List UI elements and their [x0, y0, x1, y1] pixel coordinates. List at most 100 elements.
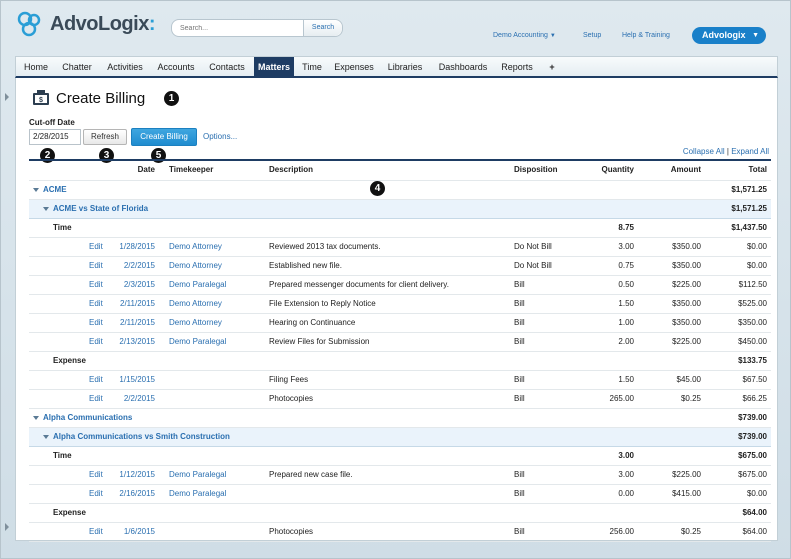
client-group-toggle[interactable]: Alpha Communications — [33, 409, 132, 427]
tab-accounts[interactable]: Accounts — [152, 57, 200, 77]
edit-link[interactable]: Edit — [89, 371, 103, 389]
entry-date-link[interactable]: 2/3/2015 — [109, 276, 155, 294]
tab-matters[interactable]: Matters — [254, 57, 294, 77]
collapse-triangle-icon[interactable] — [33, 415, 39, 420]
page-title: Create Billing — [56, 90, 146, 107]
timekeeper-link[interactable]: Demo Paralegal — [169, 485, 263, 503]
timekeeper-link[interactable] — [169, 371, 263, 389]
setup-link[interactable]: Setup — [583, 32, 601, 39]
entry-date-link[interactable]: 1/12/2015 — [109, 466, 155, 484]
timekeeper-link[interactable]: Demo Paralegal — [169, 466, 263, 484]
tab-activities[interactable]: Activities — [100, 57, 150, 77]
entry-date-link[interactable]: 2/13/2015 — [109, 333, 155, 351]
column-header-disposition[interactable]: Disposition — [514, 161, 558, 180]
table-row: Edit 2/16/2015 Demo Paralegal Bill 0.00 $415.… — [29, 485, 771, 504]
entry-date-link[interactable]: 2/11/2015 — [109, 295, 155, 313]
collapse-triangle-icon[interactable] — [43, 434, 49, 439]
column-header-timekeeper[interactable]: Timekeeper — [169, 161, 213, 180]
brand-name: AdvoLogix: — [50, 13, 156, 35]
edit-link[interactable]: Edit — [89, 295, 103, 313]
entry-disposition: Do Not Bill — [514, 242, 552, 251]
search-input[interactable] — [178, 22, 302, 34]
matter-name-link[interactable]: Alpha Communications vs Smith Constructi… — [53, 432, 230, 441]
edit-link[interactable]: Edit — [89, 390, 103, 408]
entry-date-link[interactable]: 2/16/2015 — [109, 485, 155, 503]
tab-home[interactable]: Home — [18, 57, 54, 77]
matter-group-row: Alpha Communications vs Smith Constructi… — [29, 428, 771, 447]
tab-dashboards[interactable]: Dashboards — [432, 57, 494, 77]
expand-all-link[interactable]: Expand All — [731, 147, 769, 156]
timekeeper-link[interactable]: Demo Paralegal — [169, 333, 263, 351]
svg-text:$: $ — [39, 97, 43, 104]
column-header-description[interactable]: Description — [269, 161, 313, 180]
group-total: $739.00 — [738, 413, 767, 422]
entry-date-link[interactable]: 1/15/2015 — [109, 371, 155, 389]
entry-description — [269, 485, 509, 503]
edit-link[interactable]: Edit — [89, 238, 103, 256]
entry-amount: $0.25 — [680, 527, 701, 536]
tab-contacts[interactable]: Contacts — [202, 57, 252, 77]
section-total: $675.00 — [738, 451, 767, 460]
app-switcher-button[interactable]: Advologix ▼ — [692, 27, 766, 44]
timekeeper-link[interactable] — [169, 523, 263, 541]
edit-link[interactable]: Edit — [89, 485, 103, 503]
timekeeper-link[interactable]: Demo Paralegal — [169, 276, 263, 294]
section-label: Expense — [53, 356, 86, 365]
entry-total: $450.00 — [738, 337, 767, 346]
sidebar-toggle-icon[interactable] — [4, 521, 10, 533]
cutoff-date-field[interactable]: 2/28/2015 — [29, 129, 81, 145]
entry-description: Established new file. — [269, 261, 342, 270]
table-row: Edit 1/15/2015 Filing Fees Bill 1.50 $45.00 $6… — [29, 371, 771, 390]
entry-date-link[interactable]: 1/28/2015 — [109, 238, 155, 256]
tab-reports[interactable]: Reports — [496, 57, 538, 77]
column-header-quantity[interactable]: Quantity — [589, 161, 634, 180]
create-billing-button[interactable]: Create Billing — [131, 128, 197, 146]
entry-disposition: Bill — [514, 280, 525, 289]
collapse-all-link[interactable]: Collapse All — [683, 147, 725, 156]
search-button[interactable]: Search — [303, 20, 342, 36]
collapse-triangle-icon[interactable] — [43, 206, 49, 211]
refresh-button[interactable]: Refresh — [83, 129, 127, 145]
client-name-link[interactable]: ACME — [43, 185, 67, 194]
entry-quantity: 265.00 — [609, 394, 634, 403]
tab-add-icon[interactable]: + — [544, 57, 560, 77]
matter-name-link[interactable]: ACME vs State of Florida — [53, 204, 148, 213]
tab-libraries[interactable]: Libraries — [382, 57, 428, 77]
client-group-toggle[interactable]: ACME — [33, 181, 67, 199]
entry-date-link[interactable]: 2/2/2015 — [109, 390, 155, 408]
edit-link[interactable]: Edit — [89, 466, 103, 484]
matter-group-toggle[interactable]: ACME vs State of Florida — [43, 200, 148, 218]
edit-link[interactable]: Edit — [89, 523, 103, 541]
collapse-triangle-icon[interactable] — [33, 187, 39, 192]
edit-link[interactable]: Edit — [89, 314, 103, 332]
timekeeper-link[interactable]: Demo Attorney — [169, 257, 263, 275]
edit-link[interactable]: Edit — [89, 257, 103, 275]
tab-time[interactable]: Time — [298, 57, 326, 77]
column-header-total[interactable]: Total — [709, 161, 767, 180]
entry-date-link[interactable]: 1/6/2015 — [109, 523, 155, 541]
tab-chatter[interactable]: Chatter — [56, 57, 98, 77]
client-name-link[interactable]: Alpha Communications — [43, 413, 132, 422]
timekeeper-link[interactable]: Demo Attorney — [169, 314, 263, 332]
entry-date-link[interactable]: 2/2/2015 — [109, 257, 155, 275]
entry-description: Filing Fees — [269, 375, 309, 384]
matter-group-toggle[interactable]: Alpha Communications vs Smith Constructi… — [43, 428, 230, 446]
edit-link[interactable]: Edit — [89, 276, 103, 294]
timekeeper-link[interactable] — [169, 390, 263, 408]
timekeeper-link[interactable]: Demo Attorney — [169, 238, 263, 256]
edit-link[interactable]: Edit — [89, 333, 103, 351]
entry-date-link[interactable]: 2/11/2015 — [109, 314, 155, 332]
tab-expenses[interactable]: Expenses — [330, 57, 378, 77]
options-link[interactable]: Options... — [203, 132, 237, 141]
column-header-amount[interactable]: Amount — [649, 161, 701, 180]
callout-badge: 1 — [164, 91, 179, 106]
section-subtotal-row: Time 3.00 $675.00 — [29, 447, 771, 466]
sidebar-toggle-icon[interactable] — [4, 91, 10, 103]
column-header-date[interactable]: Date — [109, 161, 155, 180]
help-training-link[interactable]: Help & Training — [622, 32, 670, 39]
org-menu[interactable]: Demo Accounting ▼ — [493, 32, 556, 39]
entry-total: $64.00 — [742, 527, 767, 536]
section-quantity — [589, 504, 634, 522]
timekeeper-link[interactable]: Demo Attorney — [169, 295, 263, 313]
entry-quantity: 3.00 — [618, 470, 634, 479]
